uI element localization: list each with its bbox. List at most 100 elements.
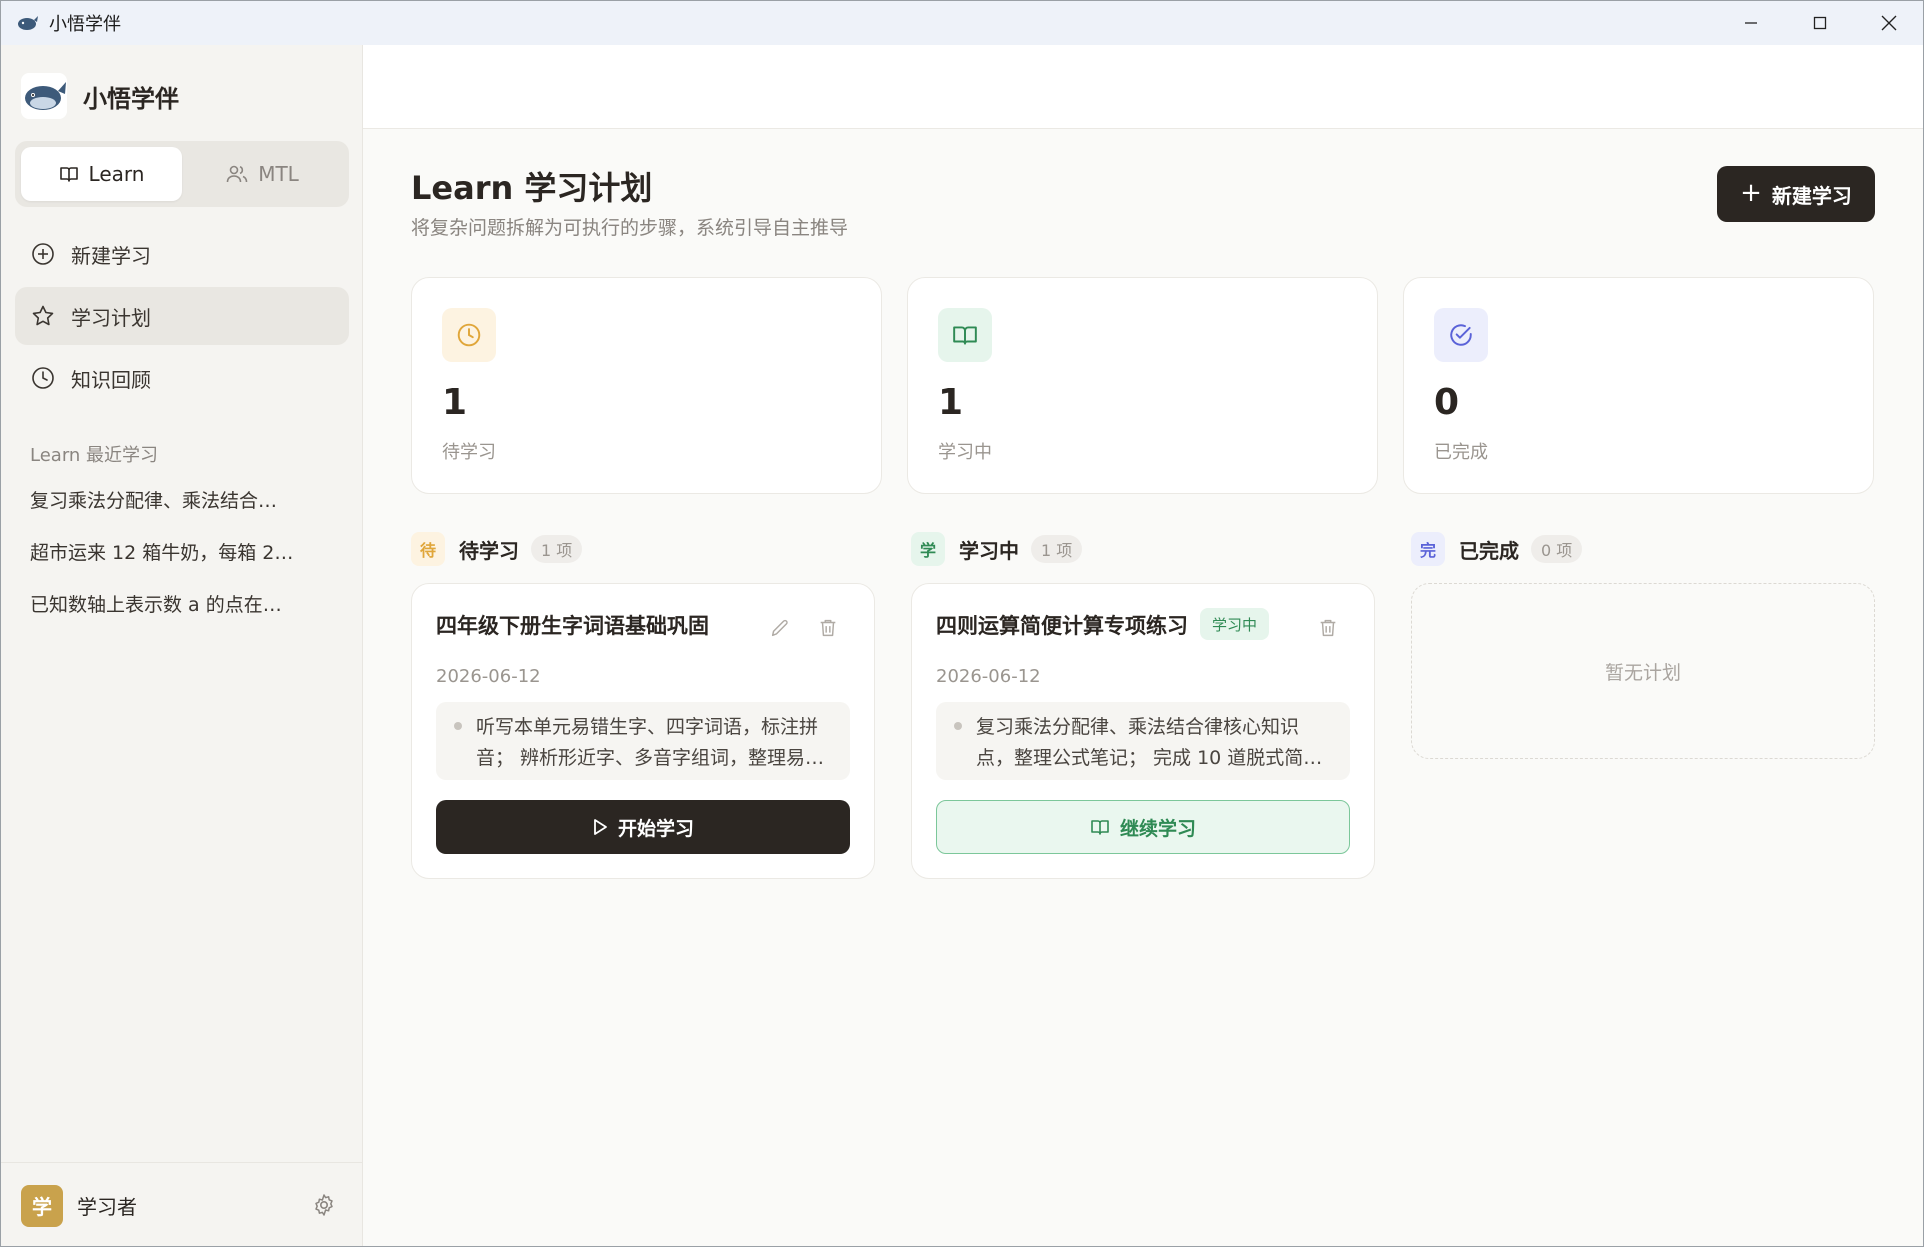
check-circle-icon <box>1434 308 1488 362</box>
mode-tab-mtl[interactable]: MTL <box>182 147 343 201</box>
brand-name: 小悟学伴 <box>83 84 179 113</box>
book-icon <box>1091 820 1109 835</box>
stat-label: 待学习 <box>442 442 496 463</box>
settings-button[interactable] <box>312 1193 336 1221</box>
plan-card-description: 听写本单元易错生字、四字词语，标注拼音； 辨析形近字、多音字组词，整理易错字词表 <box>436 702 850 780</box>
start-study-button[interactable]: 开始学习 <box>436 800 850 854</box>
column-in-progress: 学 学习中 1 项 四则运算简便计算专项练习 学习中 2026-06-12 复习… <box>911 531 1375 879</box>
column-badge: 待 <box>411 532 445 566</box>
close-button[interactable] <box>1854 1 1923 45</box>
continue-study-button[interactable]: 继续学习 <box>936 800 1350 854</box>
column-count: 0 项 <box>1531 535 1583 563</box>
column-header: 完 已完成 0 项 <box>1411 531 1875 567</box>
open-book-icon <box>938 308 992 362</box>
status-badge: 学习中 <box>1200 608 1270 640</box>
mode-tab-label: MTL <box>258 162 299 186</box>
mode-switch: Learn MTL <box>15 141 349 207</box>
stat-label: 已完成 <box>1434 442 1488 463</box>
sidebar-item-label: 新建学习 <box>71 243 151 268</box>
gear-icon <box>315 1194 333 1216</box>
edit-button[interactable] <box>768 616 792 640</box>
column-title: 待学习 <box>459 538 519 563</box>
mode-tab-label: Learn <box>88 162 145 186</box>
plan-card-title: 四则运算简便计算专项练习 <box>936 614 1188 638</box>
user-bar: 学 学习者 <box>1 1162 362 1246</box>
page-subtitle: 将复杂问题拆解为可执行的步骤，系统引导自主推导 <box>411 217 849 239</box>
column-pending: 待 待学习 1 项 四年级下册生字词语基础巩固 2026-06-12 听写本单元… <box>411 531 875 879</box>
start-study-button-label: 开始学习 <box>617 817 694 840</box>
app-window: 小悟学伴 小悟学伴 Learn MTL 新建学习 学习计划 知识回顾 Learn… <box>0 0 1924 1247</box>
column-completed: 完 已完成 0 项 暂无计划 <box>1411 531 1875 759</box>
book-icon <box>59 167 78 182</box>
stats-row: 1 待学习 1 学习中 0 已完成 <box>411 277 1875 494</box>
users-icon <box>226 165 248 183</box>
stat-label: 学习中 <box>938 442 992 463</box>
star-icon <box>32 305 54 326</box>
brand[interactable]: 小悟学伴 <box>21 73 179 119</box>
main-content: Learn 学习计划 将复杂问题拆解为可执行的步骤，系统引导自主推导 + 新建学… <box>363 45 1923 1246</box>
clock-icon <box>442 308 496 362</box>
stat-value: 0 <box>1434 382 1460 423</box>
title-bar: 小悟学伴 <box>1 1 1923 45</box>
plan-card[interactable]: 四则运算简便计算专项练习 学习中 2026-06-12 复习乘法分配律、乘法结合… <box>911 583 1375 879</box>
bullet-dot <box>954 722 962 730</box>
play-icon <box>594 819 607 835</box>
minimize-icon <box>1744 22 1757 24</box>
column-badge: 完 <box>1411 532 1445 566</box>
trash-icon <box>1320 619 1336 637</box>
sidebar-nav: 新建学习 学习计划 知识回顾 <box>15 225 349 411</box>
recent-item[interactable]: 已知数轴上表示数 a 的点在… <box>30 577 300 629</box>
empty-state: 暂无计划 <box>1411 583 1875 759</box>
plan-card-description: 复习乘法分配律、乘法结合律核心知识点，整理公式笔记； 完成 10 道脱式简便计算… <box>936 702 1350 780</box>
app-logo-icon <box>15 11 39 35</box>
column-count: 1 项 <box>1031 535 1083 563</box>
avatar[interactable]: 学 <box>21 1184 63 1227</box>
column-header: 待 待学习 1 项 <box>411 531 875 567</box>
pencil-icon <box>771 619 788 637</box>
column-header: 学 学习中 1 项 <box>911 531 1375 567</box>
mode-tab-learn[interactable]: Learn <box>21 147 182 201</box>
sidebar-item-review[interactable]: 知识回顾 <box>15 349 349 407</box>
plan-card-date: 2026-06-12 <box>436 666 541 687</box>
stat-value: 1 <box>442 382 468 423</box>
plan-card-date: 2026-06-12 <box>936 666 1041 687</box>
maximize-button[interactable] <box>1785 1 1854 45</box>
clock-icon <box>32 367 54 389</box>
page-title: Learn 学习计划 <box>411 169 653 207</box>
plan-card-title: 四年级下册生字词语基础巩固 <box>436 614 709 638</box>
delete-button[interactable] <box>1316 616 1340 640</box>
maximize-icon <box>1813 16 1826 30</box>
trash-icon <box>820 619 836 637</box>
sidebar-item-label: 学习计划 <box>71 305 151 330</box>
recent-section-title: Learn 最近学习 <box>30 445 159 466</box>
sidebar-item-new-study[interactable]: 新建学习 <box>15 225 349 283</box>
continue-study-button-label: 继续学习 <box>1119 817 1196 840</box>
new-study-button-label: 新建学习 <box>1771 183 1852 208</box>
brand-logo-icon <box>21 73 67 119</box>
sidebar: 小悟学伴 Learn MTL 新建学习 学习计划 知识回顾 Learn 最近学习… <box>1 45 363 1246</box>
recent-list: 复习乘法分配律、乘法结合… 超市运来 12 箱牛奶，每箱 2… 已知数轴上表示数… <box>30 473 300 629</box>
plus-circle-icon <box>32 243 54 265</box>
column-title: 已完成 <box>1459 538 1519 563</box>
plus-icon: + <box>1740 177 1762 208</box>
sidebar-item-label: 知识回顾 <box>71 367 151 392</box>
minimize-button[interactable] <box>1716 1 1785 45</box>
column-count: 1 项 <box>531 535 583 563</box>
recent-item[interactable]: 复习乘法分配律、乘法结合… <box>30 473 300 525</box>
window-title: 小悟学伴 <box>49 14 121 35</box>
close-icon <box>1881 15 1896 31</box>
stat-card-completed: 0 已完成 <box>1403 277 1874 494</box>
recent-item[interactable]: 超市运来 12 箱牛奶，每箱 2… <box>30 525 300 577</box>
top-bar <box>363 45 1923 129</box>
bullet-dot <box>454 722 462 730</box>
stat-card-in-progress: 1 学习中 <box>907 277 1378 494</box>
stat-card-pending: 1 待学习 <box>411 277 882 494</box>
sidebar-item-study-plan[interactable]: 学习计划 <box>15 287 349 345</box>
plan-card[interactable]: 四年级下册生字词语基础巩固 2026-06-12 听写本单元易错生字、四字词语，… <box>411 583 875 879</box>
delete-button[interactable] <box>816 616 840 640</box>
user-name: 学习者 <box>77 1195 137 1219</box>
stat-value: 1 <box>938 382 964 423</box>
plan-card-description-text: 复习乘法分配律、乘法结合律核心知识点，整理公式笔记； 完成 10 道脱式简便计算… <box>976 716 1323 769</box>
new-study-button[interactable]: + 新建学习 <box>1717 166 1875 222</box>
column-title: 学习中 <box>959 538 1019 563</box>
